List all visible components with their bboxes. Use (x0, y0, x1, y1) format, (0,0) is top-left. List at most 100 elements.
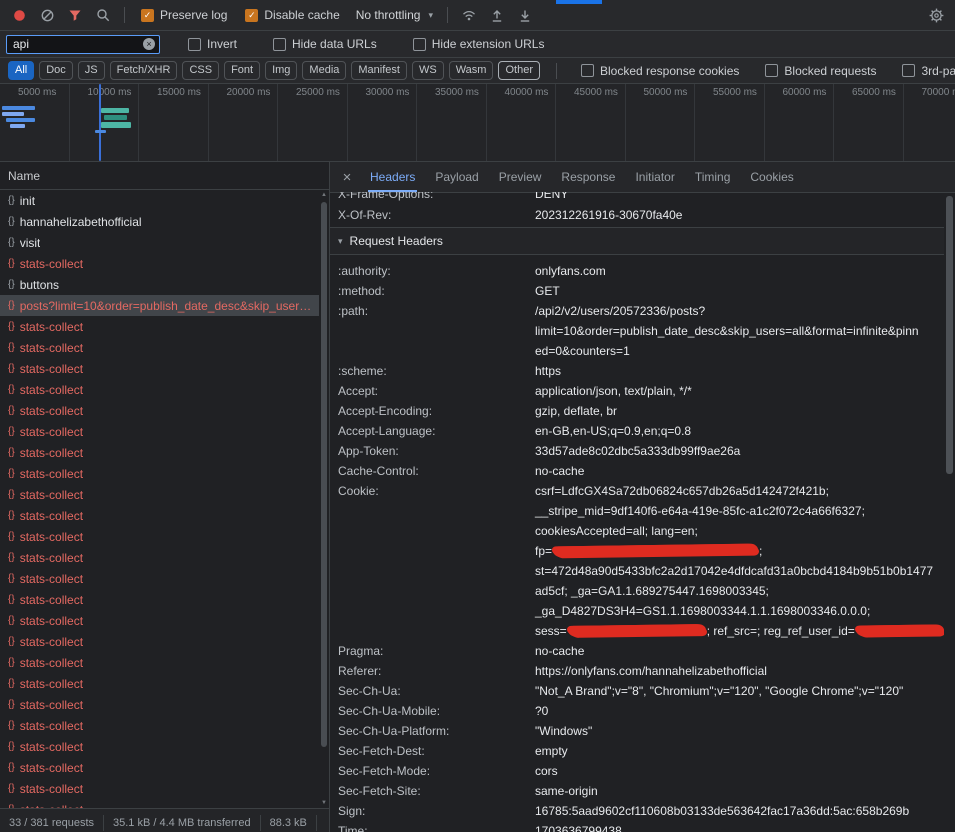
tab-timing[interactable]: Timing (685, 162, 741, 192)
timeline-tick: 20000 ms (227, 87, 271, 98)
filter-toggle-button[interactable] (62, 3, 88, 27)
filter-chip-img[interactable]: Img (265, 61, 297, 80)
hide-extension-urls-checkbox[interactable] (413, 38, 426, 51)
tab-preview[interactable]: Preview (489, 162, 552, 192)
hide-data-urls-toggle[interactable]: Hide data URLs (273, 37, 377, 51)
request-row[interactable]: {}stats-collect (0, 253, 329, 274)
filter-chip-wasm[interactable]: Wasm (449, 61, 494, 80)
request-row[interactable]: {}stats-collect (0, 526, 329, 547)
blocked-requests-checkbox[interactable] (765, 64, 778, 77)
header-value-line: __stripe_mid=9df140f6-e64a-419e-85fc-a1c… (535, 501, 944, 521)
request-row[interactable]: {}stats-collect (0, 799, 329, 808)
request-row[interactable]: {}stats-collect (0, 715, 329, 736)
export-har-button[interactable] (512, 3, 538, 27)
request-row[interactable]: {}stats-collect (0, 778, 329, 799)
request-row[interactable]: {}stats-collect (0, 463, 329, 484)
request-headers-section[interactable]: ▾ Request Headers (330, 227, 944, 255)
header-row: :authority:onlyfans.com (330, 261, 944, 281)
preserve-log-toggle[interactable]: ✓ Preserve log (141, 8, 227, 22)
preserve-log-checkbox[interactable]: ✓ (141, 9, 154, 22)
request-row[interactable]: {}stats-collect (0, 547, 329, 568)
request-row[interactable]: {}stats-collect (0, 337, 329, 358)
filter-chip-other[interactable]: Other (498, 61, 540, 80)
request-name: stats-collect (20, 467, 83, 481)
third-party-requests-toggle[interactable]: 3rd-party requests (902, 64, 955, 78)
clear-filter-icon[interactable]: × (143, 38, 155, 50)
filter-chip-doc[interactable]: Doc (39, 61, 73, 80)
disable-cache-checkbox[interactable]: ✓ (245, 9, 258, 22)
request-row[interactable]: {}stats-collect (0, 484, 329, 505)
third-party-requests-label: 3rd-party requests (921, 64, 955, 78)
details-scrollbar[interactable] (944, 192, 955, 832)
request-row[interactable]: {}stats-collect (0, 421, 329, 442)
request-row[interactable]: {}stats-collect (0, 652, 329, 673)
clear-button[interactable] (34, 3, 60, 27)
header-name: :scheme: (330, 361, 535, 381)
scroll-up-icon[interactable]: ▲ (321, 190, 327, 200)
timeline-gridline (277, 84, 278, 161)
filter-input[interactable] (6, 35, 160, 54)
throttling-select[interactable]: No throttling ▾ (350, 8, 439, 22)
request-row[interactable]: {}stats-collect (0, 316, 329, 337)
request-list-scrollbar-thumb[interactable] (321, 202, 327, 747)
request-row[interactable]: {}stats-collect (0, 400, 329, 421)
tab-cookies[interactable]: Cookies (740, 162, 803, 192)
blocked-response-cookies-checkbox[interactable] (581, 64, 594, 77)
blocked-response-cookies-toggle[interactable]: Blocked response cookies (581, 64, 739, 78)
invert-toggle[interactable]: Invert (188, 37, 237, 51)
request-row[interactable]: {}stats-collect (0, 589, 329, 610)
network-conditions-button[interactable] (456, 3, 482, 27)
close-details-icon[interactable]: × (334, 169, 360, 186)
import-har-button[interactable] (484, 3, 510, 27)
request-row[interactable]: {}stats-collect (0, 610, 329, 631)
filter-chip-font[interactable]: Font (224, 61, 260, 80)
request-row[interactable]: {}visit (0, 232, 329, 253)
details-scrollbar-thumb[interactable] (946, 196, 953, 474)
request-name: stats-collect (20, 635, 83, 649)
name-column-header[interactable]: Name (0, 162, 329, 190)
filter-chip-js[interactable]: JS (78, 61, 105, 80)
record-button[interactable] (6, 3, 32, 27)
settings-button[interactable] (923, 3, 949, 27)
request-row[interactable]: {}stats-collect (0, 757, 329, 778)
tab-initiator[interactable]: Initiator (625, 162, 684, 192)
request-row[interactable]: {}stats-collect (0, 358, 329, 379)
hide-data-urls-checkbox[interactable] (273, 38, 286, 51)
third-party-requests-checkbox[interactable] (902, 64, 915, 77)
request-row[interactable]: {}buttons (0, 274, 329, 295)
filter-chip-ws[interactable]: WS (412, 61, 444, 80)
timeline-overview[interactable]: 5000 ms10000 ms15000 ms20000 ms25000 ms3… (0, 84, 955, 162)
request-row[interactable]: {}init (0, 190, 329, 211)
filter-chip-manifest[interactable]: Manifest (351, 61, 407, 80)
request-row[interactable]: {}stats-collect (0, 505, 329, 526)
header-value-line: GET (535, 281, 560, 301)
blocked-requests-toggle[interactable]: Blocked requests (765, 64, 876, 78)
header-value-line: ad5cf; _ga=GA1.1.689275447.1698003345; (535, 581, 944, 601)
tab-headers[interactable]: Headers (360, 162, 425, 192)
hide-extension-urls-toggle[interactable]: Hide extension URLs (413, 37, 545, 51)
tab-payload[interactable]: Payload (425, 162, 488, 192)
scroll-down-icon[interactable]: ▼ (321, 798, 327, 808)
header-value-line: same-origin (535, 781, 598, 801)
search-button[interactable] (90, 3, 116, 27)
request-row[interactable]: {}stats-collect (0, 442, 329, 463)
header-value-line: "Not_A Brand";v="8", "Chromium";v="120",… (535, 681, 903, 701)
invert-checkbox[interactable] (188, 38, 201, 51)
request-row[interactable]: {}stats-collect (0, 694, 329, 715)
filter-chip-media[interactable]: Media (302, 61, 346, 80)
request-row[interactable]: {}stats-collect (0, 631, 329, 652)
request-row[interactable]: {}stats-collect (0, 568, 329, 589)
disable-cache-toggle[interactable]: ✓ Disable cache (245, 8, 339, 22)
request-row[interactable]: {}stats-collect (0, 736, 329, 757)
filter-chip-css[interactable]: CSS (182, 61, 219, 80)
request-row[interactable]: {}stats-collect (0, 379, 329, 400)
tab-response[interactable]: Response (551, 162, 625, 192)
filter-chip-all[interactable]: All (8, 61, 34, 80)
request-row[interactable]: {}stats-collect (0, 673, 329, 694)
header-value-text: application/json, text/plain, */* (535, 384, 692, 398)
request-list-scrollbar[interactable]: ▲ ▼ (319, 190, 329, 808)
request-row[interactable]: {}hannahelizabethofficial (0, 211, 329, 232)
filter-chip-fetch-xhr[interactable]: Fetch/XHR (110, 61, 178, 80)
request-row[interactable]: {}posts?limit=10&order=publish_date_desc… (0, 295, 329, 316)
header-value: 1703636799438 (535, 821, 622, 832)
